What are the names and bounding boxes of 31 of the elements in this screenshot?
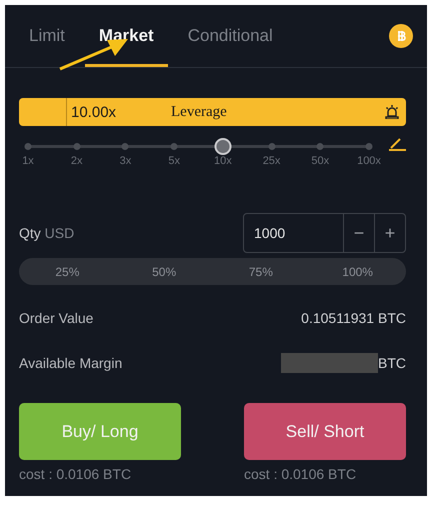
leverage-tick-label: 100x	[357, 155, 381, 167]
percent-option[interactable]: 25%	[19, 258, 116, 285]
minus-button[interactable]: −	[343, 214, 374, 252]
coin-icon[interactable]	[389, 24, 413, 48]
cost-text: cost : 0.0106 BTC	[19, 466, 132, 482]
order-type-tab[interactable]: Limit	[15, 5, 79, 67]
qty-label: Qty USD	[19, 225, 76, 241]
leverage-tick-label: 50x	[311, 155, 330, 167]
plus-button[interactable]: +	[374, 214, 405, 252]
percent-option[interactable]: 50%	[116, 258, 212, 285]
leverage-tick-label: 10x	[214, 155, 232, 167]
leverage-tick-label: 3x	[120, 155, 132, 167]
leverage-tick-label: 1x	[22, 155, 34, 167]
available-margin-label: Available Margin	[19, 355, 122, 371]
leverage-tick-label: 25x	[262, 155, 280, 167]
leverage-bar[interactable]: 10.00x Leverage	[19, 98, 406, 126]
cost-text: cost : 0.0106 BTC	[244, 466, 358, 482]
qty-field[interactable]: 1000 − +	[243, 213, 406, 253]
percent-option[interactable]: 75%	[212, 258, 310, 285]
leverage-tick-label: 2x	[70, 155, 83, 167]
sell-button[interactable]: Sell/ Short	[244, 403, 406, 460]
margin-unit: BTC	[378, 355, 406, 371]
leverage-label: Leverage	[171, 104, 228, 120]
order-value: 0.10511931 BTC	[301, 310, 406, 326]
leverage-tick-label: 5x	[168, 155, 180, 167]
percent-option[interactable]: 100%	[309, 258, 406, 285]
leverage-value: 10.00x	[71, 104, 118, 120]
alarm-icon[interactable]	[385, 105, 399, 119]
order-value-label: Order Value	[19, 310, 94, 326]
pencil-icon[interactable]	[389, 138, 406, 151]
order-type-tab[interactable]: Conditional	[174, 5, 287, 67]
